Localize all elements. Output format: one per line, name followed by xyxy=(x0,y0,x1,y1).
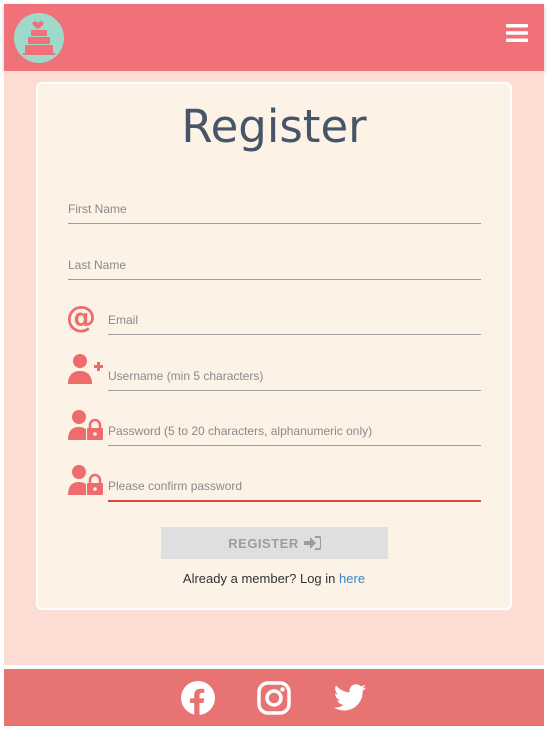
username-input[interactable] xyxy=(108,361,481,391)
user-plus-icon xyxy=(68,354,103,384)
at-sign-icon: @ xyxy=(68,300,96,334)
first-name-input[interactable] xyxy=(68,194,481,224)
email-input[interactable] xyxy=(108,305,481,335)
login-prompt: Already a member? Log in here xyxy=(38,571,510,586)
register-button[interactable]: REGISTER xyxy=(161,527,388,559)
footer xyxy=(4,669,544,726)
cake-icon xyxy=(23,21,55,55)
svg-text:@: @ xyxy=(68,300,96,334)
user-lock-icon xyxy=(68,410,103,440)
facebook-icon[interactable] xyxy=(180,680,216,716)
app-frame: Register @ xyxy=(4,4,544,726)
username-field xyxy=(108,351,481,391)
instagram-icon[interactable] xyxy=(256,680,292,716)
hamburger-menu-icon[interactable] xyxy=(506,22,528,44)
confirm-password-field xyxy=(108,462,481,502)
confirm-password-input[interactable] xyxy=(108,472,481,502)
login-prompt-text: Already a member? Log in xyxy=(182,571,336,586)
twitter-icon[interactable] xyxy=(332,680,368,716)
password-input[interactable] xyxy=(108,416,481,446)
login-link[interactable]: here xyxy=(339,571,365,586)
navbar xyxy=(4,4,544,71)
email-field xyxy=(108,295,481,335)
user-lock-icon xyxy=(68,465,103,495)
last-name-field xyxy=(68,240,481,280)
sign-in-icon xyxy=(303,536,321,550)
first-name-field xyxy=(68,184,481,224)
page-title: Register xyxy=(181,100,367,153)
last-name-input[interactable] xyxy=(68,250,481,280)
password-field xyxy=(108,406,481,446)
register-button-label: REGISTER xyxy=(228,535,299,551)
register-card: Register @ xyxy=(38,84,510,608)
logo-link[interactable] xyxy=(14,13,64,63)
